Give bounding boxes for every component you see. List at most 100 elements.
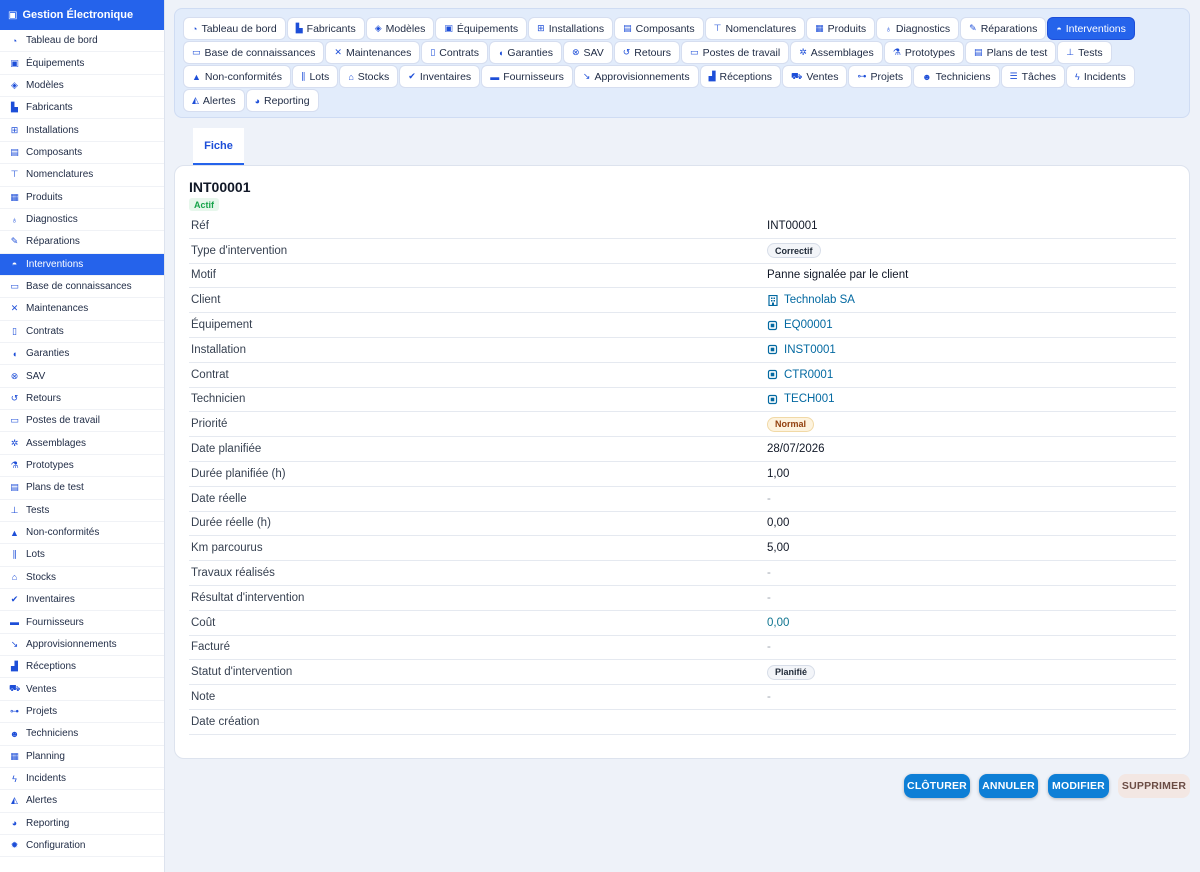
tab-mod-les[interactable]: ◈ Modèles [365,17,435,40]
sidebar-item-installations[interactable]: ⊞ Installations [0,119,164,142]
tab-maintenances[interactable]: ✕ Maintenances [325,41,421,64]
tab-incidents[interactable]: ϟ Incidents [1066,65,1135,88]
sidebar-item-planning[interactable]: ▦ Planning [0,746,164,768]
tab-interventions[interactable]: ◓ Interventions [1047,17,1135,40]
tab-stocks[interactable]: ⌂ Stocks [339,65,399,88]
cancel-button[interactable]: ANNULER [979,774,1038,798]
tab-base-de-connaissances[interactable]: ▭ Base de connaissances [183,41,325,64]
sidebar-item-maintenances[interactable]: ✕ Maintenances [0,298,164,321]
sidebar-item-alertes[interactable]: ◭ Alertes [0,790,164,813]
sidebar-item-produits[interactable]: ▦ Produits [0,187,164,209]
tab-composants[interactable]: ▤ Composants [614,17,704,40]
field-value: - [767,492,771,505]
field-link[interactable]: TECH001 [767,393,835,405]
bolt-icon: ϟ [1075,71,1080,82]
delete-button[interactable]: SUPPRIMER [1118,774,1190,798]
tab-label: Alertes [202,94,236,107]
tab-approvisionnements[interactable]: ↘ Approvisionnements [573,65,699,88]
tab-reporting[interactable]: ◕ Reporting [245,89,319,112]
sidebar-item-tests[interactable]: ⊥ Tests [0,500,164,522]
tab-nomenclatures[interactable]: ⊤ Nomenclatures [704,17,806,40]
tab-diagnostics[interactable]: ♁ Diagnostics [876,17,960,40]
sidebar-item-garanties[interactable]: ◖ Garanties [0,343,164,366]
sidebar-item-label: Alertes [26,795,58,807]
sidebar-item-projets[interactable]: ⊶ Projets [0,701,164,724]
sidebar-item-ventes[interactable]: ⛟ Ventes [0,678,164,701]
sidebar-item-plans-de-test[interactable]: ▤ Plans de test [0,477,164,500]
tab-retours[interactable]: ↺ Retours [613,41,681,64]
app-brand[interactable]: ▣ Gestion Électronique [0,0,164,30]
tab-contrats[interactable]: ▯ Contrats [421,41,488,64]
field-link[interactable]: Technolab SA [767,294,855,306]
tab-non-conformit-s[interactable]: ▲ Non-conformités [183,65,291,88]
tab-projets[interactable]: ⊶ Projets [848,65,913,88]
tab-tableau-de-bord[interactable]: ◔ Tableau de bord [183,17,286,40]
sidebar-item-label: Inventaires [26,594,75,606]
tab-postes-de-travail[interactable]: ▭ Postes de travail [681,41,790,64]
close-button[interactable]: CLÔTURER [904,774,970,798]
tab-fiche[interactable]: Fiche [193,128,244,165]
sidebar-item-postes-de-travail[interactable]: ▭ Postes de travail [0,410,164,433]
tab-plans-de-test[interactable]: ▤ Plans de test [965,41,1057,64]
sidebar-item-r-ceptions[interactable]: ▟ Réceptions [0,656,164,679]
tab-ventes[interactable]: ⛟ Ventes [782,65,848,88]
tab-tests[interactable]: ⊥ Tests [1057,41,1112,64]
field-label: Résultat d'intervention [191,591,305,604]
sidebar-item-tableau-de-bord[interactable]: ◔ Tableau de bord [0,30,164,53]
field-row: Priorité Normal [189,412,1176,438]
sidebar-item-non-conformit-s[interactable]: ▲ Non-conformités [0,522,164,545]
tab-prototypes[interactable]: ⚗ Prototypes [883,41,965,64]
tab-installations[interactable]: ⊞ Installations [528,17,614,40]
sidebar-item-assemblages[interactable]: ✲ Assemblages [0,432,164,455]
sidebar-item-approvisionnements[interactable]: ↘ Approvisionnements [0,634,164,657]
sidebar-item-techniciens[interactable]: ☻ Techniciens [0,723,164,746]
sidebar-item-composants[interactable]: ▤ Composants [0,142,164,165]
tab-produits[interactable]: ▦ Produits [806,17,876,40]
sidebar-item-stocks[interactable]: ⌂ Stocks [0,567,164,589]
tab-garanties[interactable]: ◖ Garanties [488,41,562,64]
bell-icon: ◭ [192,95,199,105]
sidebar-item-inventaires[interactable]: ✔ Inventaires [0,589,164,612]
warehouse-icon: ⌂ [11,572,18,583]
tab-label: Tâches [1021,70,1057,83]
field-link[interactable]: CTR0001 [767,369,833,381]
sidebar-item-fournisseurs[interactable]: ▬ Fournisseurs [0,611,164,634]
sidebar-item-r-parations[interactable]: ✎ Réparations [0,231,164,254]
sidebar-item-configuration[interactable]: ✹ Configuration [0,835,164,858]
sidebar-item-reporting[interactable]: ◕ Reporting [0,813,164,835]
tab-alertes[interactable]: ◭ Alertes [183,89,245,112]
tab-lots[interactable]: ∥ Lots [291,65,339,88]
sidebar-item-lots[interactable]: ∥ Lots [0,544,164,567]
box-icon: ▦ [10,191,19,202]
sidebar-item-retours[interactable]: ↺ Retours [0,388,164,411]
tab-fournisseurs[interactable]: ▬ Fournisseurs [481,65,573,88]
tab-assemblages[interactable]: ✲ Assemblages [790,41,883,64]
tab-r-parations[interactable]: ✎ Réparations [960,17,1047,40]
sidebar-item-sav[interactable]: ⊗ SAV [0,365,164,388]
tab-t-ches[interactable]: ☰ Tâches [1000,65,1066,88]
tab-techniciens[interactable]: ☻ Techniciens [913,65,1000,88]
sidebar-item-label: Tests [26,504,50,516]
sidebar-item-interventions[interactable]: ◓ Interventions [0,253,164,276]
field-link[interactable]: INST0001 [767,344,836,356]
sidebar-item-prototypes[interactable]: ⚗ Prototypes [0,455,164,478]
field-link[interactable]: EQ00001 [767,319,833,331]
sidebar-item-diagnostics[interactable]: ♁ Diagnostics [0,209,164,232]
tab-r-ceptions[interactable]: ▟ Réceptions [699,65,782,88]
sidebar-item-mod-les[interactable]: ◈ Modèles [0,75,164,98]
field-label: Coût [191,616,216,629]
sidebar-item-contrats[interactable]: ▯ Contrats [0,321,164,344]
sidebar-item-fabricants[interactable]: ▙ Fabricants [0,97,164,120]
sidebar-item-nomenclatures[interactable]: ⊤ Nomenclatures [0,164,164,187]
bell-icon: ◭ [11,795,18,806]
tab-inventaires[interactable]: ✔ Inventaires [399,65,481,88]
edit-button[interactable]: MODIFIER [1048,774,1109,798]
field-row: Date réelle - [189,487,1176,512]
sidebar-item-base-de-connaissances[interactable]: ▭ Base de connaissances [0,276,164,299]
sidebar-item-label: Équipements [26,57,85,69]
sidebar-item--quipements[interactable]: ▣ Équipements [0,52,164,75]
sidebar-item-incidents[interactable]: ϟ Incidents [0,768,164,791]
tab-sav[interactable]: ⊗ SAV [562,41,613,64]
tab-fabricants[interactable]: ▙ Fabricants [286,17,365,40]
tab--quipements[interactable]: ▣ Équipements [435,17,528,40]
